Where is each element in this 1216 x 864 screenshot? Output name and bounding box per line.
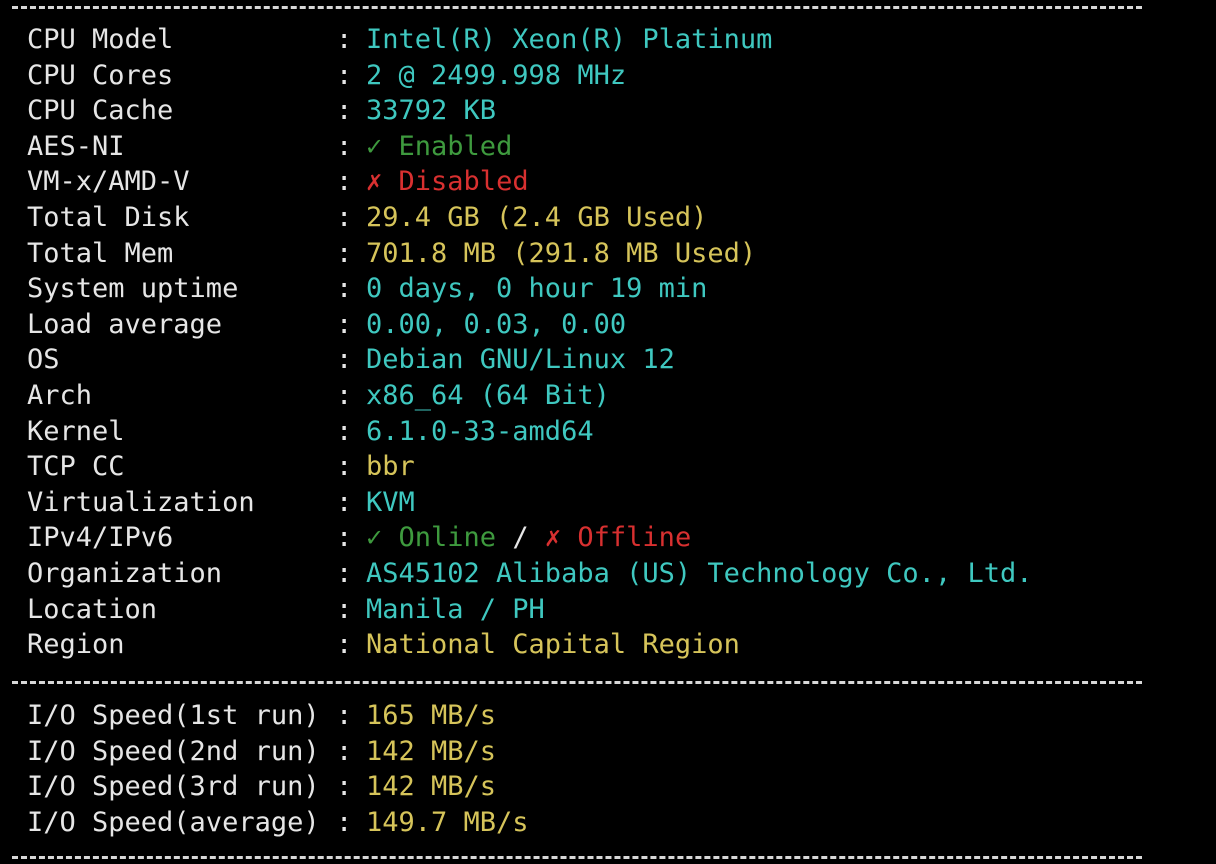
row-colon: : — [336, 95, 353, 127]
row-value: 33792 KB — [366, 95, 497, 127]
row-value-group: 6.1.0-33-amd64 — [366, 414, 594, 450]
row-value-group: National Capital Region — [366, 627, 740, 663]
separator-middle — [12, 681, 1142, 684]
row-colon: : — [336, 130, 353, 162]
row-value: 142 MB/s — [366, 771, 497, 803]
row-value-group: x86_64 (64 Bit) — [366, 378, 610, 414]
row-value-group: KVM — [366, 485, 415, 521]
row-value: 165 MB/s — [366, 700, 497, 731]
separator-bottom — [12, 856, 1142, 859]
row-label: CPU Cores — [27, 59, 174, 91]
row-label: OS — [27, 344, 60, 376]
separator-top — [12, 6, 1142, 9]
row-label: Region — [27, 629, 125, 661]
row-colon: : — [336, 522, 353, 554]
row-label: IPv4/IPv6 — [27, 522, 174, 554]
row-value-group: 165 MB/s — [366, 698, 496, 734]
row-label: Total Mem — [27, 237, 174, 269]
row-value-group: 142 MB/s — [366, 734, 496, 770]
row-value-group: ✓ Enabled — [366, 129, 512, 165]
row-colon: : — [336, 237, 353, 269]
row-colon: : — [336, 558, 353, 589]
row-colon: : — [336, 735, 353, 767]
row-value-group: 701.8 MB (291.8 MB Used) — [366, 236, 756, 272]
row-value-group: 0.00, 0.03, 0.00 — [366, 307, 626, 343]
row-colon: : — [336, 273, 353, 305]
row-label: I/O Speed(average) — [27, 806, 320, 838]
row-value-group: Intel(R) Xeon(R) Platinum — [366, 22, 772, 58]
row-label: Virtualization — [27, 486, 255, 518]
row-value: AS45102 Alibaba (US) Technology Co., Ltd… — [366, 558, 1033, 589]
row-label: CPU Model — [27, 24, 174, 55]
row-label: I/O Speed(2nd run) — [27, 735, 320, 767]
row-colon: : — [336, 202, 353, 233]
row-value: Manila / PH — [366, 593, 545, 625]
row-value: x86_64 (64 Bit) — [366, 380, 610, 411]
check-icon: ✓ — [366, 522, 383, 554]
row-value: Debian GNU/Linux 12 — [366, 344, 675, 376]
row-value-group: bbr — [366, 449, 415, 485]
cross-icon: ✗ — [544, 522, 562, 554]
terminal-window: CPU Model: Intel(R) Xeon(R) Platinum CPU C… — [0, 0, 1216, 864]
row-colon: : — [336, 344, 353, 376]
row-colon: : — [336, 380, 353, 411]
row-label: VM-x/AMD-V — [27, 166, 190, 198]
row-colon: : — [336, 486, 353, 518]
row-value-group: ✗ Disabled — [366, 164, 529, 200]
row-colon: : — [336, 806, 353, 838]
row-value: 0 days, 0 hour 19 min — [366, 273, 708, 305]
row-value: 29.4 GB (2.4 GB Used) — [366, 202, 708, 233]
row-colon: : — [336, 59, 353, 91]
row-label: TCP CC — [27, 451, 125, 483]
row-value-group: 149.7 MB/s — [366, 805, 529, 841]
row-value-group: 0 days, 0 hour 19 min — [366, 271, 707, 307]
ipv-slash: / — [512, 522, 529, 554]
row-value: 142 MB/s — [366, 735, 497, 767]
row-value-group: Debian GNU/Linux 12 — [366, 342, 675, 378]
row-colon: : — [336, 700, 353, 731]
row-colon: : — [336, 771, 353, 803]
row-colon: : — [336, 629, 353, 661]
row-value-group: 2 @ 2499.998 MHz — [366, 58, 626, 94]
row-colon: : — [336, 451, 353, 483]
row-value-group: 33792 KB — [366, 93, 496, 129]
row-label: Organization — [27, 558, 223, 589]
row-colon: : — [336, 593, 353, 625]
row-label: Location — [27, 593, 158, 625]
row-value-group: 29.4 GB (2.4 GB Used) — [366, 200, 707, 236]
row-value: bbr — [366, 451, 415, 483]
row-value-group: Manila / PH — [366, 592, 545, 628]
row-value: 6.1.0-33-amd64 — [366, 415, 594, 447]
row-colon: : — [336, 415, 353, 447]
row-label: Total Disk — [27, 202, 190, 233]
row-value-group: AS45102 Alibaba (US) Technology Co., Ltd… — [366, 556, 1032, 592]
row-value: 149.7 MB/s — [366, 806, 529, 838]
row-label: I/O Speed(1st run) — [27, 700, 320, 731]
row-label: Kernel — [27, 415, 125, 447]
row-colon: : — [336, 308, 353, 340]
row-value: Intel(R) Xeon(R) Platinum — [366, 24, 773, 55]
row-label: I/O Speed(3rd run) — [27, 771, 320, 803]
row-label: Load average — [27, 308, 223, 340]
row-label: AES-NI — [27, 130, 125, 162]
row-label: System uptime — [27, 273, 239, 305]
row-value-group: 142 MB/s — [366, 769, 496, 805]
row-label: Arch — [27, 380, 93, 411]
row-value: Enabled — [398, 130, 513, 162]
row-value: KVM — [366, 486, 415, 518]
row-value: Disabled — [398, 166, 529, 198]
row-value: 2 @ 2499.998 MHz — [366, 59, 627, 91]
row-value: 0.00, 0.03, 0.00 — [366, 308, 627, 340]
row-value: 701.8 MB (291.8 MB Used) — [366, 237, 757, 269]
row-value: National Capital Region — [366, 629, 740, 661]
row-colon: : — [336, 24, 353, 55]
check-icon: ✓ — [366, 130, 383, 162]
row-label: CPU Cache — [27, 95, 174, 127]
cross-icon: ✗ — [366, 166, 383, 198]
row-colon: : — [336, 166, 353, 198]
row-value-group: ✓ Online / ✗ Offline — [366, 520, 691, 556]
ipv4-status: Online — [398, 522, 497, 554]
ipv6-status: Offline — [577, 522, 692, 554]
